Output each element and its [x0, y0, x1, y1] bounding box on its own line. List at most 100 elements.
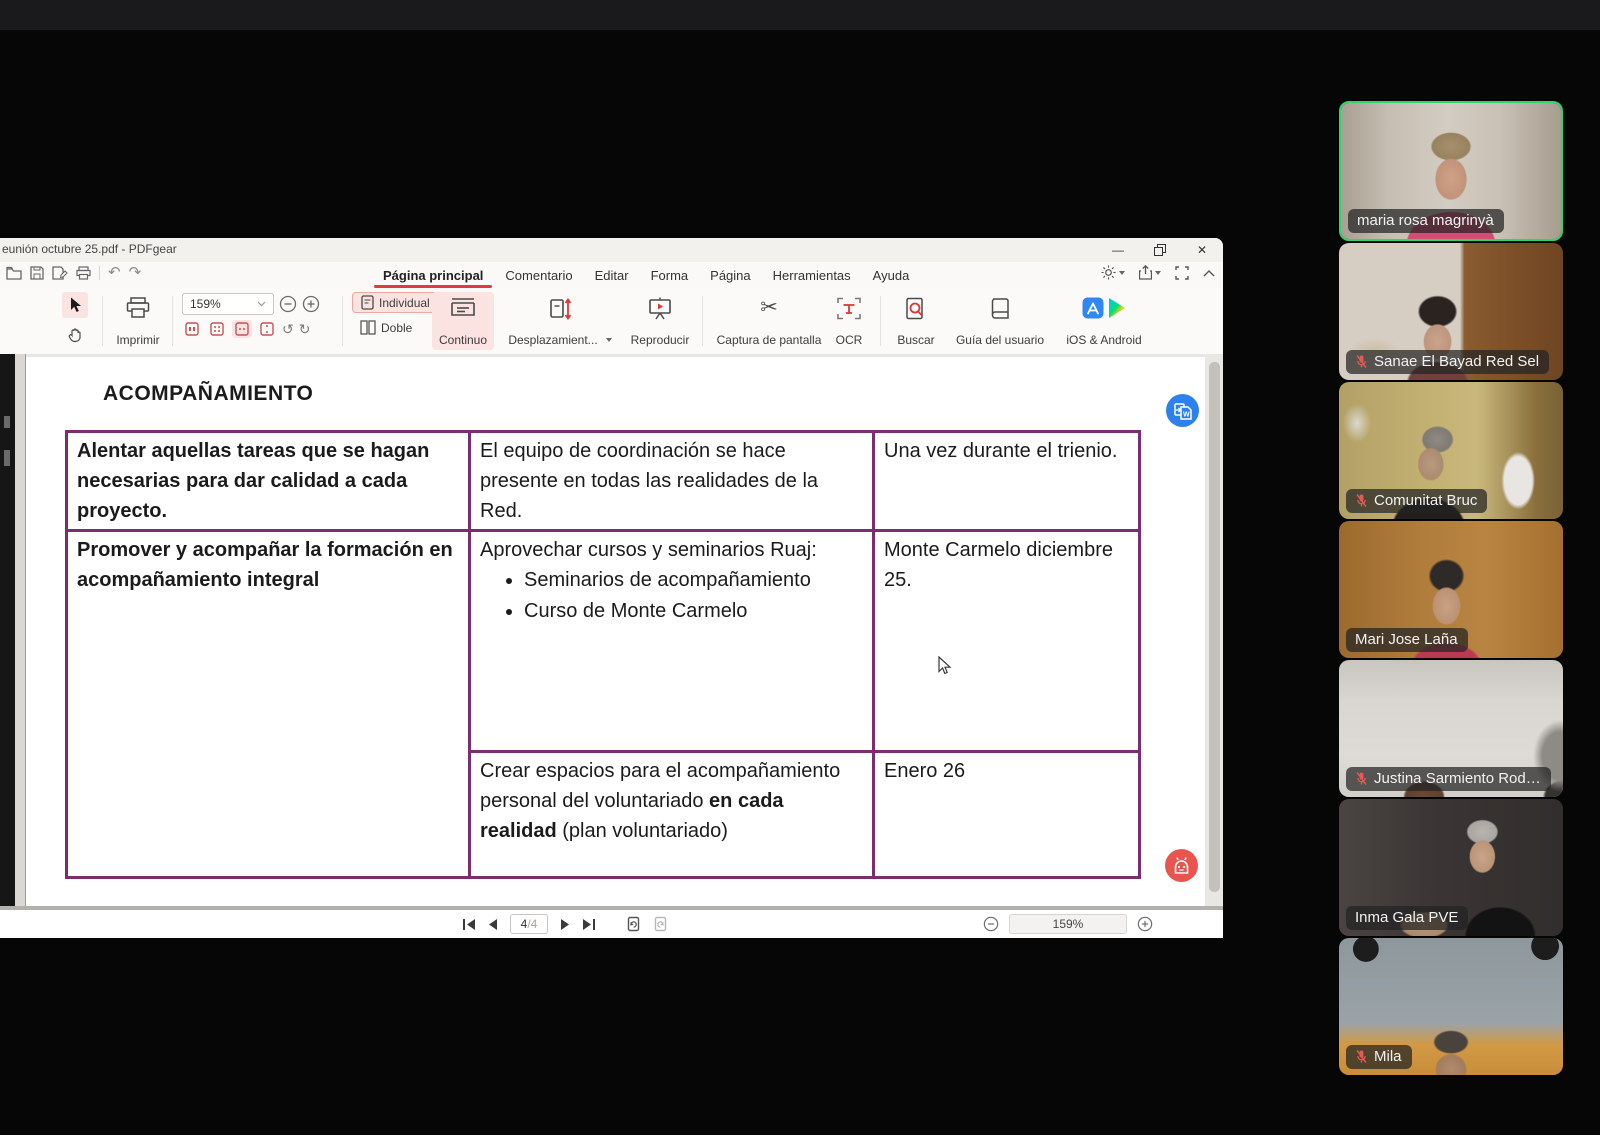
buscar-button[interactable]: Buscar [888, 292, 944, 350]
fit-page-button[interactable] [207, 320, 227, 338]
caret-icon [1155, 271, 1161, 275]
statusbar-zoom-level[interactable]: 159% [1009, 914, 1127, 934]
zoom-combobox[interactable]: 159% [182, 293, 274, 315]
first-page-button[interactable] [462, 918, 476, 931]
zoom-out-button[interactable] [279, 295, 297, 313]
page-total: /4 [527, 917, 537, 931]
table-cell: Promover y acompañar la formación en aco… [67, 531, 470, 878]
scroll-mode-button[interactable]: Desplazamient... [502, 292, 618, 350]
tab-forma[interactable]: Forma [640, 264, 700, 287]
participant-tile[interactable]: Justina Sarmiento Rodrig... [1339, 660, 1563, 797]
table-cell: Una vez durante el trienio. [874, 432, 1140, 531]
fit-actual-size-button[interactable] [182, 320, 202, 338]
hand-tool-button[interactable] [62, 323, 88, 349]
share-icon [1139, 265, 1152, 280]
fit-width-button[interactable] [232, 320, 252, 338]
window-title: eunión octubre 25.pdf - PDFgear [2, 242, 177, 256]
tab-editar[interactable]: Editar [584, 264, 640, 287]
select-tool-button[interactable] [62, 292, 88, 318]
open-file-icon[interactable] [6, 266, 22, 280]
next-view-button[interactable] [653, 916, 668, 932]
participant-name: Justina Sarmiento Rodrig... [1374, 770, 1541, 787]
word-convert-icon: W [1173, 402, 1193, 420]
fit-page-icon [210, 322, 224, 336]
participant-name: Comunitat Bruc [1374, 492, 1477, 509]
presentation-icon [648, 297, 672, 320]
undo-icon[interactable]: ↶ [108, 265, 121, 280]
participant-tile[interactable]: maria rosa magrinyà [1339, 101, 1563, 241]
table-cell: Aprovechar cursos y seminarios Ruaj: Sem… [470, 531, 874, 752]
ai-assistant-button[interactable] [1165, 849, 1198, 882]
zoom-in-button[interactable] [302, 295, 320, 313]
participant-nameplate: maria rosa magrinyà [1348, 209, 1504, 233]
restore-icon [1154, 244, 1166, 256]
caret-icon [606, 338, 612, 342]
statusbar-zoom-in-button[interactable] [1137, 916, 1153, 932]
single-page-icon [361, 295, 374, 310]
status-bar: 4/4 [0, 910, 1223, 938]
next-page-button[interactable] [560, 918, 570, 931]
view-continuo-button[interactable]: Continuo [432, 292, 494, 350]
view-individual-button[interactable]: Individual [352, 292, 439, 313]
participant-tile[interactable]: Mila [1339, 938, 1563, 1075]
restore-button[interactable] [1139, 238, 1181, 262]
bullet-item: Seminarios de acompañamiento [524, 565, 863, 596]
tab-comentario[interactable]: Comentario [494, 264, 583, 287]
print-button[interactable]: Imprimir [108, 292, 168, 350]
convert-to-word-button[interactable]: W [1166, 394, 1199, 427]
left-scroll-track[interactable] [15, 354, 26, 910]
previous-view-button[interactable] [626, 916, 641, 932]
scrollbar-thumb[interactable] [1209, 362, 1220, 892]
panel-mark [4, 416, 10, 428]
redo-icon[interactable]: ↷ [129, 265, 142, 280]
continuous-icon [450, 297, 476, 319]
cell-intro: Aprovechar cursos y seminarios Ruaj: [480, 535, 863, 565]
select-arrow-icon [69, 297, 82, 313]
participant-tile[interactable]: Comunitat Bruc [1339, 382, 1563, 519]
tab-ayuda[interactable]: Ayuda [862, 264, 921, 287]
minimize-button[interactable]: — [1097, 238, 1139, 262]
tab-herramientas[interactable]: Herramientas [762, 264, 862, 287]
tab-pagina[interactable]: Página [699, 264, 761, 287]
participant-name: Mari Jose Laña [1355, 631, 1458, 648]
printer-icon [126, 297, 150, 319]
user-guide-book-icon [989, 297, 1011, 320]
quick-print-icon[interactable] [76, 266, 91, 280]
close-button[interactable]: ✕ [1181, 238, 1223, 262]
participant-nameplate: Sanae El Bayad Red Sel [1346, 350, 1549, 374]
table-cell: Crear espacios para el acompañamiento pe… [470, 752, 874, 878]
bullet-item: Curso de Monte Carmelo [524, 596, 863, 627]
tab-pagina-principal[interactable]: Página principal [372, 264, 494, 287]
page-number-input[interactable]: 4/4 [510, 914, 548, 934]
fullscreen-icon[interactable] [1175, 266, 1189, 280]
vertical-scrollbar[interactable] [1205, 354, 1223, 910]
captura-button[interactable]: ✂ Captura de pantalla [708, 292, 830, 350]
chevron-down-icon [257, 301, 266, 307]
collapse-ribbon-icon[interactable] [1203, 269, 1215, 277]
scissors-icon: ✂ [760, 297, 778, 319]
theme-button[interactable] [1101, 265, 1125, 280]
save-icon[interactable] [30, 266, 44, 280]
last-page-button[interactable] [582, 918, 596, 931]
participant-tile[interactable]: Inma Gala PVE [1339, 799, 1563, 936]
ios-android-button[interactable]: iOS & Android [1056, 292, 1152, 350]
guia-usuario-button[interactable]: Guía del usuario [948, 292, 1052, 350]
previous-page-button[interactable] [488, 918, 498, 931]
top-strip [0, 0, 1600, 30]
rotate-left-icon[interactable]: ↺ [282, 322, 294, 336]
ocr-button[interactable]: OCR [826, 292, 872, 350]
participant-tile[interactable]: Sanae El Bayad Red Sel [1339, 243, 1563, 380]
muted-mic-icon [1355, 354, 1368, 369]
rotate-right-icon[interactable]: ↻ [299, 322, 311, 336]
share-button[interactable] [1139, 265, 1161, 280]
cell-text: Crear espacios para el acompañamiento pe… [480, 760, 840, 812]
save-as-icon[interactable] [52, 266, 68, 280]
statusbar-zoom-out-button[interactable] [983, 916, 999, 932]
fit-height-button[interactable] [257, 320, 277, 338]
participant-tile[interactable]: Mari Jose Laña [1339, 521, 1563, 658]
bullet-list: Seminarios de acompañamiento Curso de Mo… [500, 565, 863, 627]
reproducir-button[interactable]: Reproducir [622, 292, 698, 350]
participant-name: Sanae El Bayad Red Sel [1374, 353, 1539, 370]
collapsed-panel-strip [0, 354, 15, 910]
view-doble-button[interactable]: Doble [352, 318, 439, 337]
